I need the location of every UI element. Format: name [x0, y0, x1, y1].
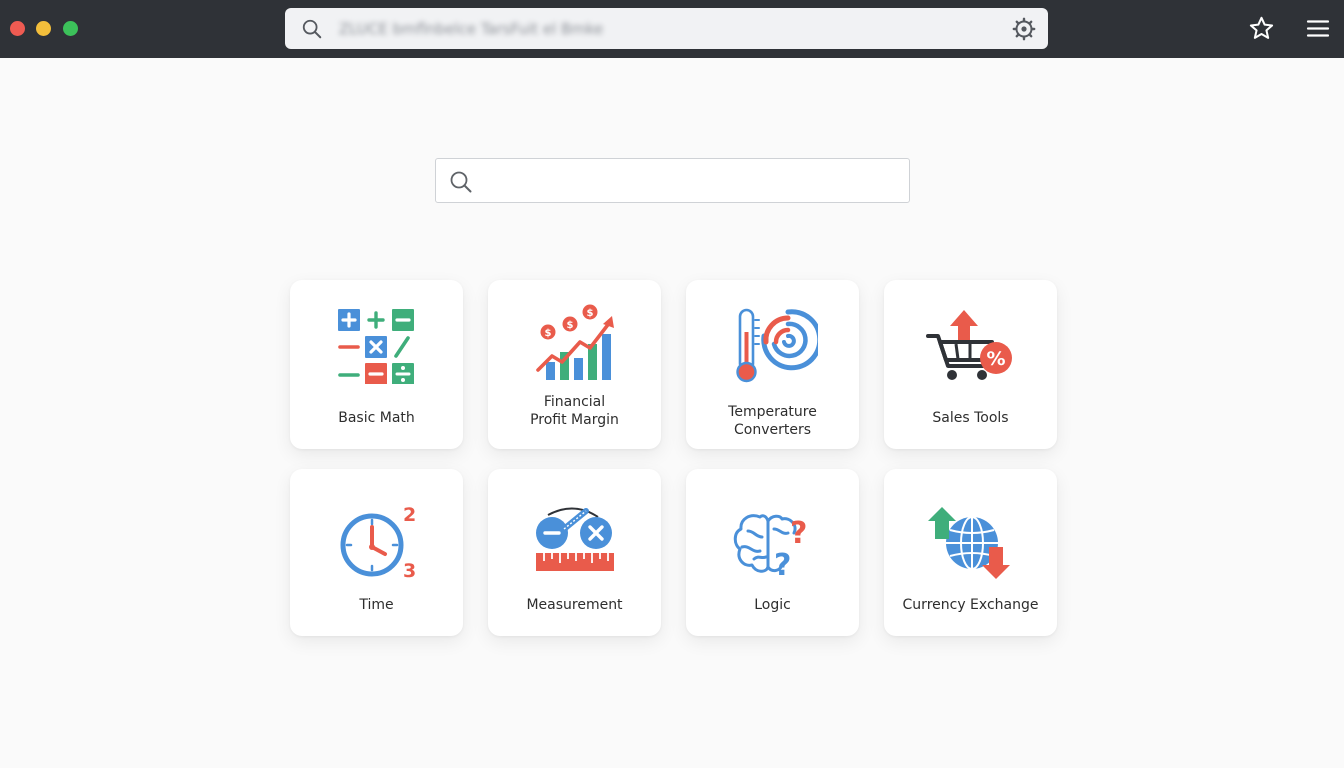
bookmark-star-icon[interactable]	[1248, 15, 1275, 42]
maximize-window-button[interactable]	[63, 21, 78, 36]
category-grid: Basic Math $ $ $ Financial Profit Margin	[290, 280, 1057, 636]
shopping-cart-percent-icon: %	[926, 310, 1012, 380]
category-label: Sales Tools	[932, 410, 1009, 426]
profit-chart-icon: $ $ $	[536, 304, 614, 380]
site-settings-icon[interactable]	[1012, 17, 1036, 41]
address-bar[interactable]: ZLUCE bmflnbelce TarsFuit el Bmke	[285, 8, 1048, 49]
category-card-basic-math[interactable]: Basic Math	[290, 280, 463, 449]
minimize-window-button[interactable]	[36, 21, 51, 36]
clock-icon: 23	[340, 504, 416, 582]
category-card-measurement[interactable]: Measurement	[488, 469, 661, 636]
category-card-time[interactable]: 23 Time	[290, 469, 463, 636]
page-content: Basic Math $ $ $ Financial Profit Margin	[0, 58, 1344, 768]
category-card-sales-tools[interactable]: % Sales Tools	[884, 280, 1057, 449]
category-card-logic[interactable]: ? ? Logic	[686, 469, 859, 636]
search-box[interactable]	[435, 158, 910, 203]
category-label-line2: Profit Margin	[530, 412, 619, 428]
category-label-line1: Financial	[543, 394, 606, 410]
category-card-currency-exchange[interactable]: Currency Exchange	[884, 469, 1057, 636]
category-label-line2: Converters	[733, 422, 812, 438]
search-input[interactable]	[484, 163, 903, 200]
svg-text:?: ?	[790, 516, 807, 551]
thermometer-icon	[736, 308, 818, 383]
category-card-financial-profit-margin[interactable]: $ $ $ Financial Profit Margin	[488, 280, 661, 449]
search-icon	[450, 171, 472, 193]
brain-question-icon: ? ?	[733, 514, 807, 583]
address-bar-url: ZLUCE bmflnbelce TarsFuit el Bmke	[339, 20, 604, 38]
globe-exchange-icon	[928, 507, 1010, 579]
category-label: Basic Math	[338, 410, 415, 426]
search-icon	[302, 19, 322, 39]
category-label: Measurement	[526, 597, 623, 613]
svg-text:3: 3	[403, 560, 416, 582]
svg-text:$: $	[587, 308, 594, 319]
category-card-temperature-converters[interactable]: Temperature Converters	[686, 280, 859, 449]
category-label: Time	[359, 597, 394, 613]
svg-text:$: $	[545, 328, 552, 339]
svg-text:?: ?	[774, 548, 791, 583]
category-label: Currency Exchange	[902, 597, 1039, 613]
category-label-line1: Temperature	[728, 404, 817, 420]
math-operators-icon	[338, 309, 414, 384]
browser-toolbar: ZLUCE bmflnbelce TarsFuit el Bmke	[0, 0, 1344, 58]
hamburger-menu-icon[interactable]	[1306, 17, 1330, 41]
svg-text:%: %	[986, 348, 1005, 370]
close-window-button[interactable]	[10, 21, 25, 36]
ruler-icon	[536, 507, 614, 571]
svg-text:2: 2	[403, 504, 416, 526]
category-label: Logic	[754, 597, 791, 613]
svg-text:$: $	[567, 320, 574, 331]
